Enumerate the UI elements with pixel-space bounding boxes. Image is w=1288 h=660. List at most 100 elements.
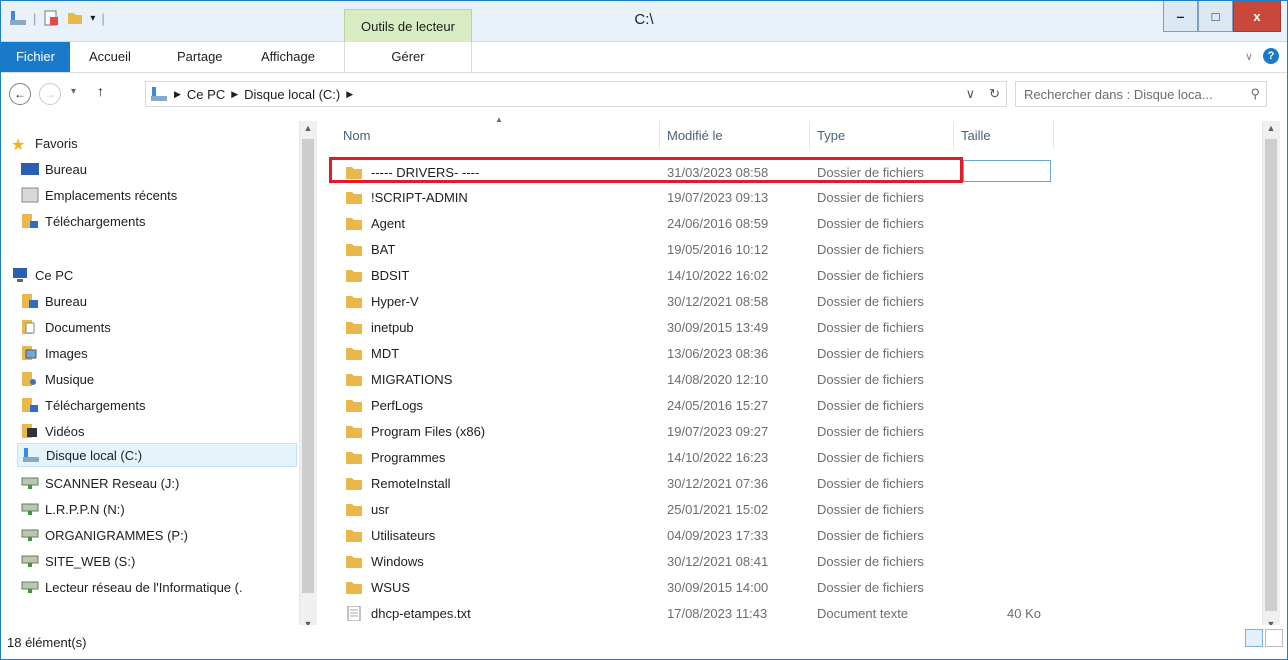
file-date: 19/07/2023 09:27 [667, 424, 769, 439]
table-row[interactable]: BDSIT 14/10/2022 16:02 Dossier de fichiers [331, 263, 1061, 288]
content-scrollbar[interactable]: ▲ ▼ [1262, 121, 1280, 637]
table-row[interactable]: Utilisateurs 04/09/2023 17:33 Dossier de f… [331, 523, 1061, 548]
column-header-modified[interactable]: Modifié le [667, 121, 723, 149]
file-date: 30/12/2021 07:36 [667, 476, 769, 491]
navigation-pane: ★ Favoris Bureau Emplacements récents Té… [1, 121, 317, 637]
nav-fav-downloads[interactable]: Téléchargements [21, 209, 317, 233]
nav-ce-pc[interactable]: Ce PC [11, 263, 307, 287]
network-drive-icon [21, 555, 39, 567]
nav-fav-bureau[interactable]: Bureau [21, 157, 317, 181]
nav-pc-site-web[interactable]: SITE_WEB (S:) [21, 549, 317, 573]
crumb-ce-pc[interactable]: Ce PC [187, 87, 225, 102]
network-drive-icon [21, 503, 39, 515]
table-row[interactable]: Agent 24/06/2016 08:59 Dossier de fichiers [331, 211, 1061, 236]
nav-pc-videos[interactable]: Vidéos [21, 419, 317, 443]
crumb-disque-local[interactable]: Disque local (C:) [244, 87, 340, 102]
column-header-name[interactable]: Nom [343, 121, 370, 149]
file-date: 25/01/2021 15:02 [667, 502, 769, 517]
column-separator[interactable] [953, 121, 954, 149]
nav-label: ORGANIGRAMMES (P:) [45, 527, 189, 543]
folder-icon [346, 478, 362, 490]
table-row[interactable]: usr 25/01/2021 15:02 Dossier de fichiers [331, 497, 1061, 522]
column-separator[interactable] [659, 121, 660, 149]
nav-pc-lrppn[interactable]: L.R.P.P.N (N:) [21, 497, 317, 521]
scroll-up-icon[interactable]: ▲ [302, 123, 314, 137]
file-date: 30/12/2021 08:58 [667, 294, 769, 309]
nav-pc-bureau[interactable]: Bureau [21, 289, 317, 313]
tab-partage[interactable]: Partage [177, 42, 223, 72]
folder-icon [346, 426, 362, 438]
search-icon[interactable]: ⚲ [1250, 86, 1260, 102]
nav-label: Téléchargements [45, 397, 146, 413]
maximize-button[interactable]: □ [1198, 1, 1233, 32]
table-row[interactable]: MDT 13/06/2023 08:36 Dossier de fichiers [331, 341, 1061, 366]
folder-icon [346, 504, 362, 516]
expand-ribbon-icon[interactable]: ∨ [1245, 50, 1253, 63]
recent-locations-icon[interactable]: ▾ [71, 86, 76, 97]
scroll-up-icon[interactable]: ▲ [1265, 123, 1277, 137]
file-name: RemoteInstall [371, 476, 451, 491]
up-arrow-icon[interactable]: ↑ [97, 83, 104, 99]
nav-pc-musique[interactable]: Musique [21, 367, 317, 391]
nav-label: Vidéos [45, 423, 85, 439]
table-row[interactable]: Windows 30/12/2021 08:41 Dossier de fichie… [331, 549, 1061, 574]
large-icons-view-icon[interactable] [1265, 629, 1283, 647]
tab-accueil[interactable]: Accueil [89, 42, 131, 72]
details-view-icon[interactable] [1245, 629, 1263, 647]
tab-gerer[interactable]: Gérer [344, 42, 472, 72]
table-row[interactable]: Programmes 14/10/2022 16:23 Dossier de fic… [331, 445, 1061, 470]
file-date: 14/10/2022 16:02 [667, 268, 769, 283]
folder-icon [346, 452, 362, 464]
history-dropdown-icon[interactable]: ∨ [966, 86, 976, 102]
file-date: 13/06/2023 08:36 [667, 346, 769, 361]
table-row[interactable]: WSUS 30/09/2015 14:00 Dossier de fichiers [331, 575, 1061, 600]
nav-fav-recent[interactable]: Emplacements récents [21, 183, 317, 207]
file-date: 30/12/2021 08:41 [667, 554, 769, 569]
column-header-type[interactable]: Type [817, 121, 845, 149]
close-button[interactable]: x [1233, 1, 1281, 32]
nav-pc-lecteur-info[interactable]: Lecteur réseau de l'Informatique (. [21, 575, 297, 599]
nav-favoris[interactable]: ★ Favoris [11, 131, 307, 155]
nav-pc-organigrammes[interactable]: ORGANIGRAMMES (P:) [21, 523, 317, 547]
tab-fichier[interactable]: Fichier [1, 42, 70, 72]
nav-pc-images[interactable]: Images [21, 341, 317, 365]
table-row[interactable]: PerfLogs 24/05/2016 15:27 Dossier de fichi… [331, 393, 1061, 418]
file-name: Utilisateurs [371, 528, 436, 543]
arrow-right-icon: → [44, 87, 56, 101]
column-separator[interactable] [1053, 121, 1054, 149]
text-file-icon [347, 606, 361, 621]
nav-pc-documents[interactable]: Documents [21, 315, 317, 339]
column-separator[interactable] [809, 121, 810, 149]
table-row[interactable]: Hyper-V 30/12/2021 08:58 Dossier de fichie… [331, 289, 1061, 314]
content-scroll-thumb[interactable] [1265, 139, 1277, 611]
help-icon[interactable]: ? [1263, 48, 1279, 64]
table-row[interactable]: RemoteInstall 30/12/2021 07:36 Dossier de … [331, 471, 1061, 496]
documents-icon [22, 320, 35, 334]
table-row[interactable]: !SCRIPT-ADMIN 19/07/2023 09:13 Dossier de … [331, 185, 1061, 210]
tab-affichage[interactable]: Affichage [261, 42, 315, 72]
address-box[interactable]: ▶ Ce PC ▶ Disque local (C:) ▶ ∨ ↻ [145, 81, 1007, 107]
nav-scrollbar[interactable]: ▲ ▼ [299, 121, 317, 637]
back-button[interactable]: ← [9, 83, 31, 105]
table-row[interactable]: inetpub 30/09/2015 13:49 Dossier de fichie… [331, 315, 1061, 340]
file-date: 14/10/2022 16:23 [667, 450, 769, 465]
refresh-icon[interactable]: ↻ [989, 86, 1000, 102]
table-row[interactable]: BAT 19/05/2016 10:12 Dossier de fichiers [331, 237, 1061, 262]
sort-arrow-icon: ▲ [495, 115, 503, 124]
nav-pc-downloads[interactable]: Téléchargements [21, 393, 317, 417]
folder-icon [346, 400, 362, 412]
table-row[interactable]: MIGRATIONS 14/08/2020 12:10 Dossier de fic… [331, 367, 1061, 392]
column-header-size[interactable]: Taille [961, 121, 991, 149]
title-bar: | ▾ | Outils de lecteur C:\ ‒ □ x [1, 1, 1287, 42]
nav-pc-scanner[interactable]: SCANNER Reseau (J:) [21, 471, 317, 495]
search-box[interactable]: Rechercher dans : Disque loca... ⚲ [1015, 81, 1267, 107]
minimize-button[interactable]: ‒ [1163, 1, 1198, 32]
star-icon: ★ [11, 137, 26, 154]
nav-scroll-thumb[interactable] [302, 139, 314, 593]
music-icon [22, 372, 36, 386]
nav-pc-disque-local[interactable]: Disque local (C:) [17, 443, 297, 467]
table-row[interactable]: dhcp-etampes.txt 17/08/2023 11:43 Document… [331, 601, 1061, 626]
forward-button[interactable]: → [39, 83, 61, 105]
table-row[interactable]: Program Files (x86) 19/07/2023 09:27 Dossi… [331, 419, 1061, 444]
file-type: Dossier de fichiers [817, 502, 924, 517]
